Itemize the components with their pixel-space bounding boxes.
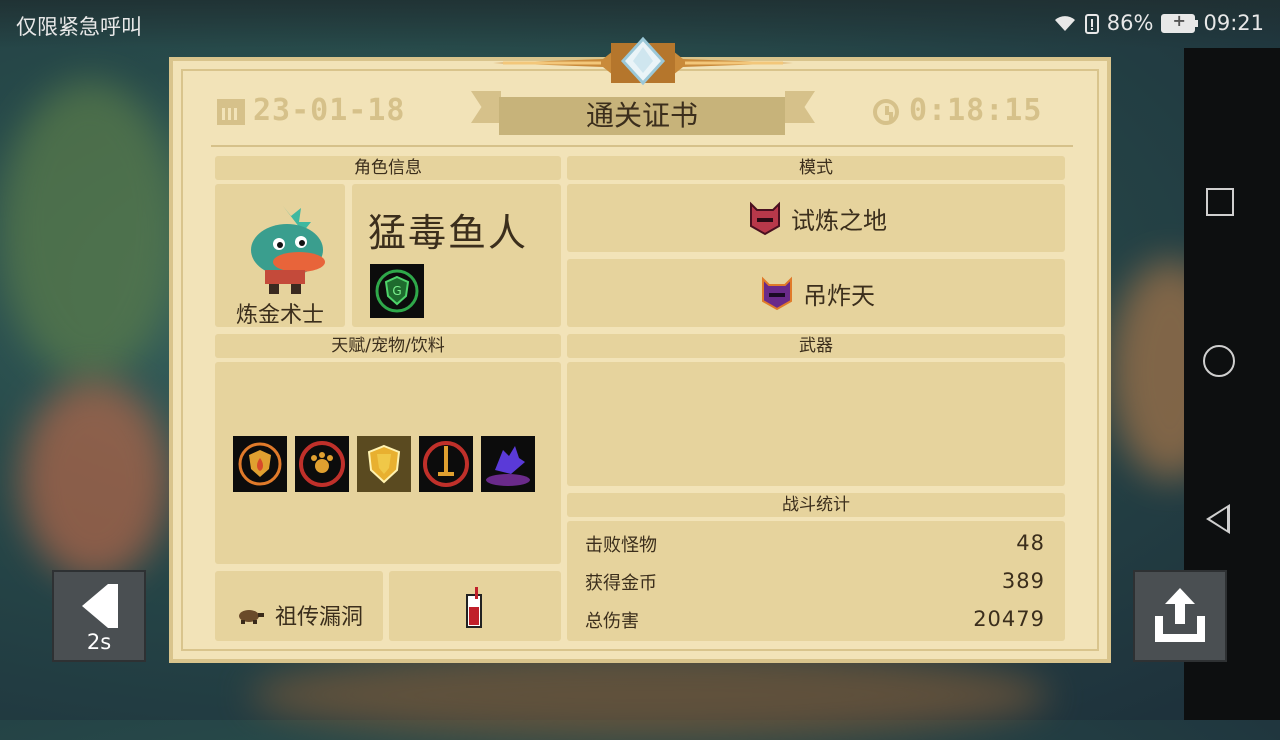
purple-helmet-icon bbox=[762, 276, 792, 311]
battle-stats-box: 击败怪物 48 获得金币 389 总伤害 20479 bbox=[567, 521, 1065, 641]
mode-trial-label: 试炼之地 bbox=[791, 206, 887, 235]
divider bbox=[211, 145, 1073, 147]
mode-row-1: 试炼之地 bbox=[567, 184, 1065, 252]
mode-header: 模式 bbox=[567, 156, 1065, 180]
stat-damage: 总伤害 20479 bbox=[585, 607, 1045, 632]
character-info-header: 角色信息 bbox=[215, 156, 561, 180]
turtle-icon bbox=[239, 610, 264, 624]
drink-box bbox=[389, 571, 561, 641]
character-name: 猛毒鱼人 bbox=[368, 211, 529, 255]
paw-shield-icon bbox=[295, 436, 349, 492]
talents-box bbox=[215, 362, 561, 564]
character-class: 炼金术士 bbox=[235, 303, 324, 328]
character-portrait-box: 炼金术士 bbox=[215, 184, 345, 328]
fishman-avatar-icon bbox=[251, 206, 325, 294]
stat-gold: 获得金币 389 bbox=[585, 569, 1045, 594]
green-shield-skill-icon: G bbox=[370, 264, 424, 318]
weapon-header: 武器 bbox=[567, 334, 1065, 358]
share-icon bbox=[1155, 588, 1205, 642]
battery-alert-icon bbox=[1084, 14, 1099, 34]
back-button[interactable]: 2s bbox=[52, 570, 146, 662]
recents-button[interactable] bbox=[1206, 188, 1234, 216]
certificate-title: 通关证书 bbox=[499, 97, 785, 135]
purple-hand-icon bbox=[481, 436, 535, 492]
mode-difficulty-label: 吊炸天 bbox=[803, 281, 875, 310]
ornament-diamond-icon bbox=[493, 36, 793, 86]
battery-icon: + bbox=[1161, 11, 1199, 33]
calendar-icon bbox=[217, 98, 245, 125]
wifi-icon bbox=[1054, 16, 1075, 31]
stat-kills: 击败怪物 48 bbox=[585, 531, 1045, 556]
background-blob bbox=[250, 650, 1050, 740]
clear-certificate: 23-01-18 通关证书 0:18:15 角色信息 炼金术士 猛毒鱼人 G 模… bbox=[169, 36, 1111, 663]
clear-date: 23-01-18 bbox=[253, 93, 406, 128]
home-button[interactable] bbox=[1203, 345, 1235, 377]
heirloom-box: 祖传漏洞 bbox=[215, 571, 383, 641]
battle-stats-header: 战斗统计 bbox=[567, 493, 1065, 517]
clock-time: 09:21 bbox=[1203, 11, 1264, 35]
back-countdown: 2s bbox=[86, 630, 112, 654]
mode-row-2: 吊炸天 bbox=[567, 259, 1065, 327]
battery-percent: 86% bbox=[1106, 11, 1154, 35]
emergency-call-text: 仅限紧急呼叫 bbox=[16, 15, 142, 39]
red-helmet-icon bbox=[750, 201, 780, 236]
soda-drink-icon bbox=[466, 587, 482, 628]
share-button[interactable] bbox=[1133, 570, 1227, 662]
fire-shield-icon bbox=[233, 436, 287, 492]
sword-ring-icon bbox=[419, 436, 473, 492]
clear-duration: 0:18:15 bbox=[909, 93, 1043, 128]
nav-back-button[interactable] bbox=[1206, 504, 1230, 534]
arrow-left-icon bbox=[82, 584, 108, 628]
golden-shield-icon bbox=[357, 436, 411, 492]
clock-icon bbox=[873, 98, 899, 125]
background-blob bbox=[20, 380, 170, 580]
talents-header: 天赋/宠物/饮料 bbox=[215, 334, 561, 358]
character-name-box: 猛毒鱼人 G bbox=[352, 184, 561, 327]
background-blob bbox=[0, 80, 180, 380]
svg-text:G: G bbox=[392, 284, 401, 298]
weapon-box bbox=[567, 362, 1065, 486]
heirloom-label: 祖传漏洞 bbox=[275, 605, 364, 630]
